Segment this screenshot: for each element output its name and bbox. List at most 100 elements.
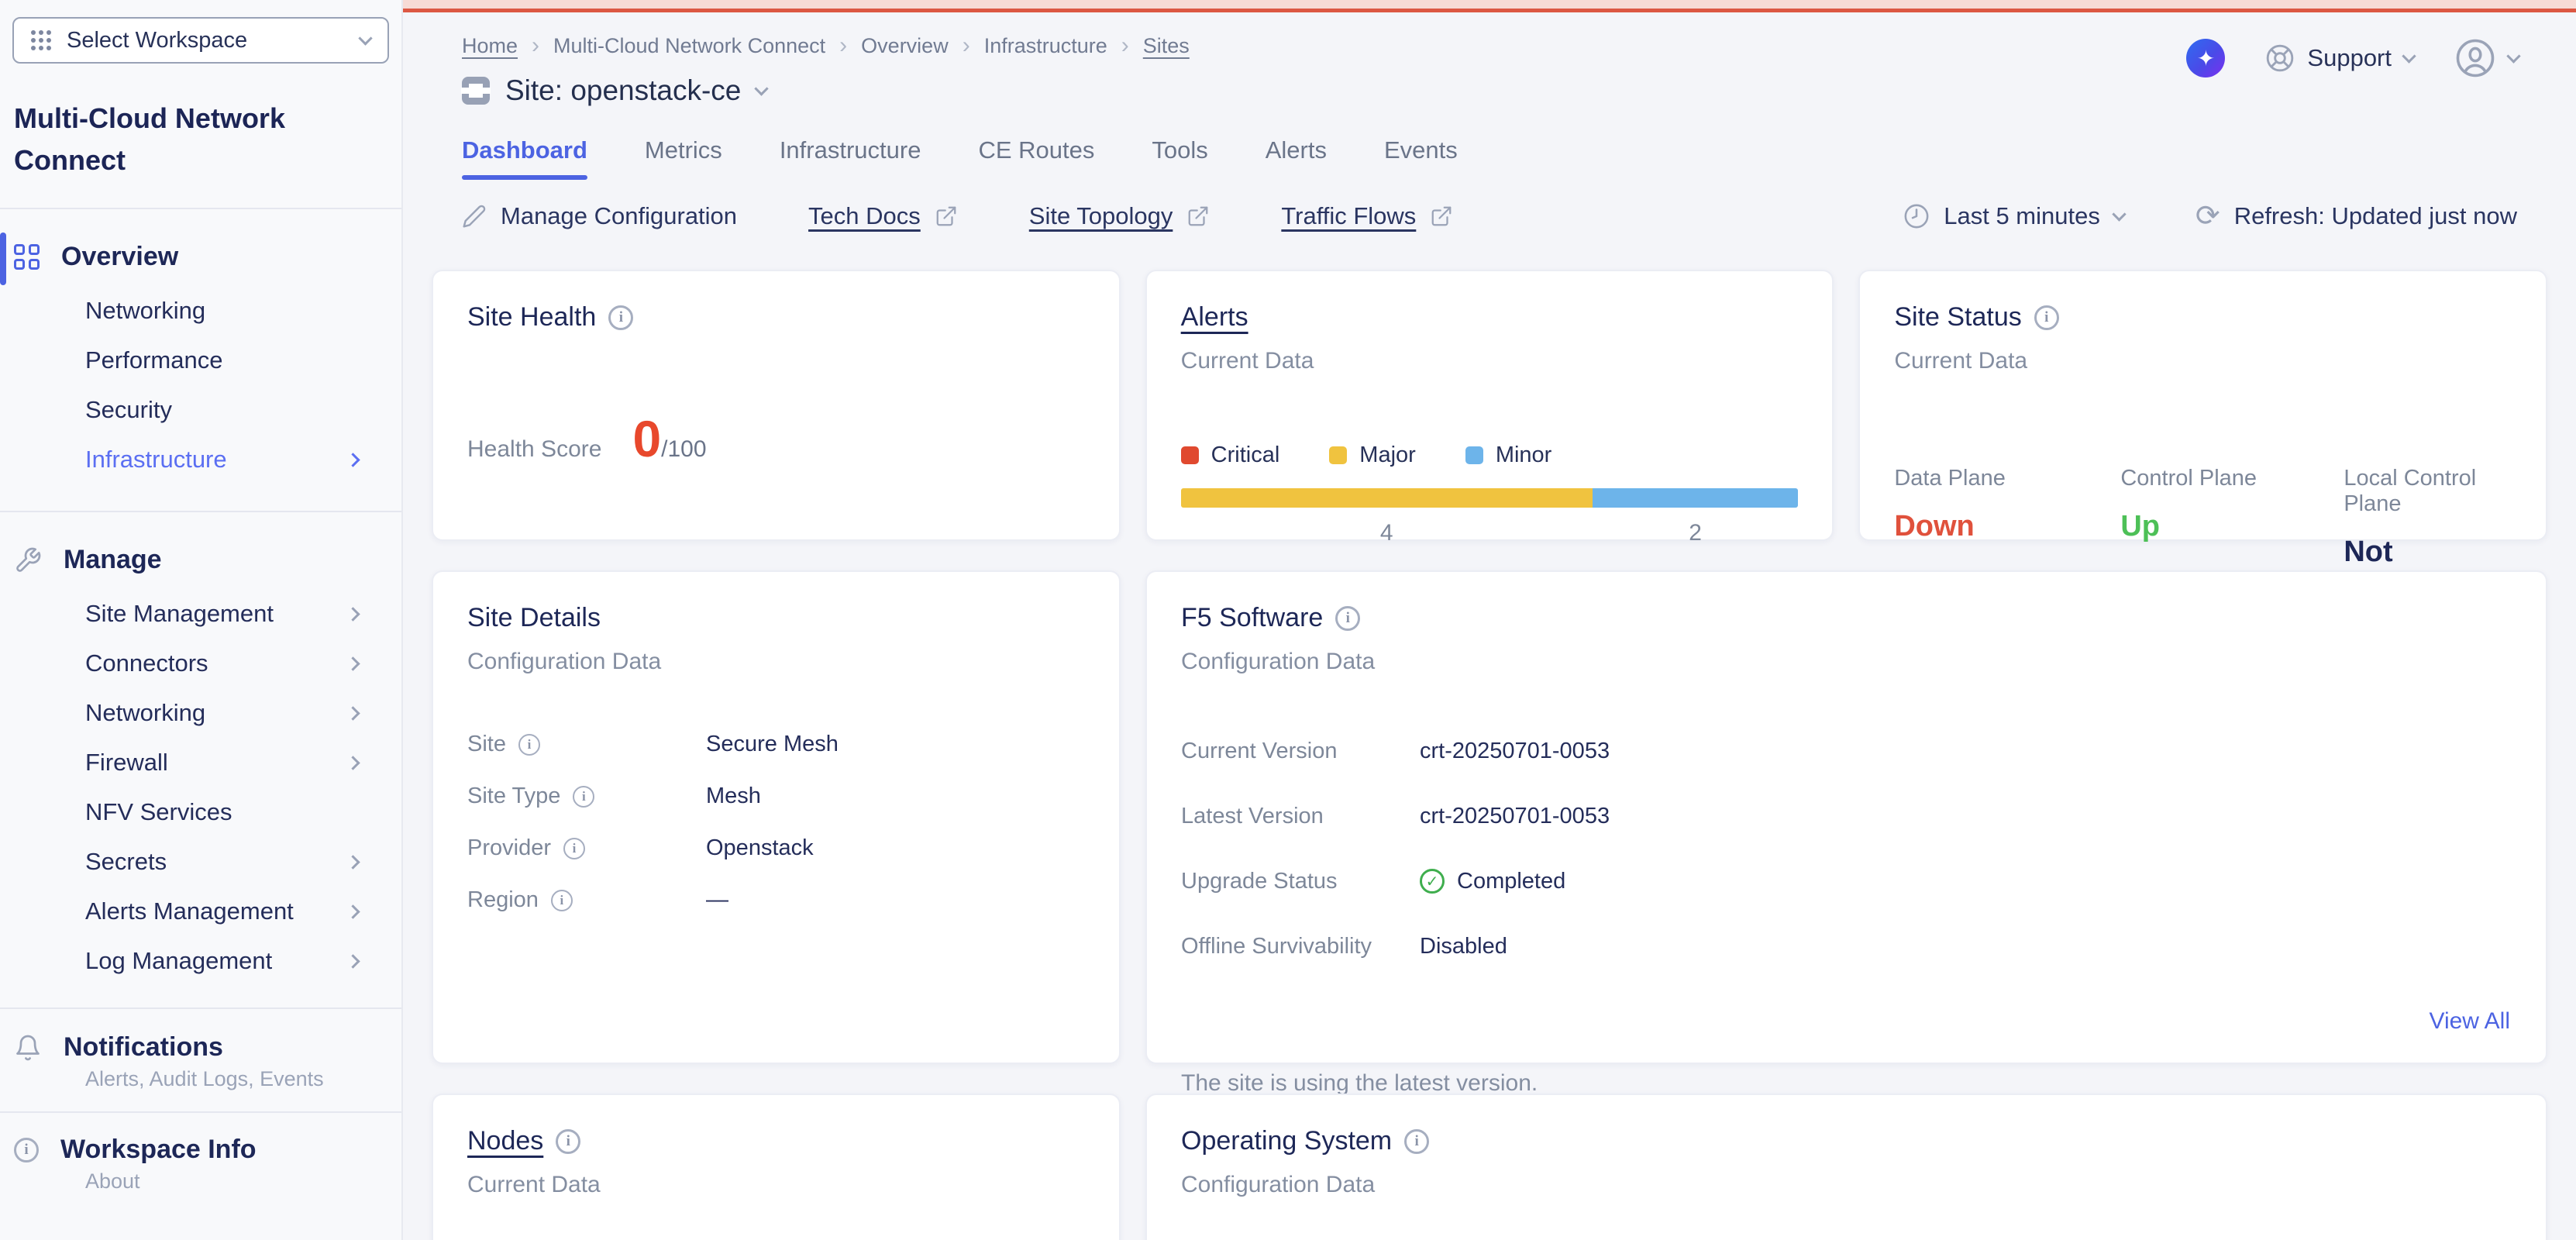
external-link-icon: [935, 205, 958, 228]
tech-docs-link[interactable]: Tech Docs: [808, 202, 958, 230]
view-all-link[interactable]: View All: [2429, 1008, 2510, 1035]
alerts-bar-labels: 42: [1181, 520, 1799, 546]
tab-infrastructure[interactable]: Infrastructure: [780, 136, 921, 180]
nodes-title-link[interactable]: Nodes: [467, 1126, 543, 1156]
site-details-card: Site Details Configuration Data Sitei Se…: [432, 570, 1121, 1064]
sidebar-item-connectors[interactable]: Connectors: [0, 639, 401, 688]
tab-events[interactable]: Events: [1384, 136, 1458, 180]
chevron-right-icon: [346, 607, 360, 621]
info-icon[interactable]: i: [551, 890, 573, 911]
tab-alerts[interactable]: Alerts: [1266, 136, 1327, 180]
workspace-info-subtext: About: [0, 1165, 401, 1194]
tab-metrics[interactable]: Metrics: [645, 136, 722, 180]
alerts-stacked-bar: [1181, 488, 1799, 508]
lifebuoy-icon: [2265, 43, 2295, 73]
detail-row-site-type: Site Typei Mesh: [467, 770, 1085, 822]
time-range-selector[interactable]: Last 5 minutes: [1903, 202, 2124, 230]
divider: [0, 1111, 401, 1113]
title-dropdown-chevron-icon[interactable]: [755, 81, 769, 95]
sidebar: Select Workspace Multi-Cloud Network Con…: [0, 0, 403, 1240]
account-menu[interactable]: [2454, 37, 2519, 79]
manage-configuration-button[interactable]: Manage Configuration: [462, 202, 737, 230]
wrench-icon: [14, 546, 42, 574]
sidebar-item-site-management[interactable]: Site Management: [0, 589, 401, 639]
sidebar-item-security[interactable]: Security: [0, 385, 401, 435]
divider: [0, 1008, 401, 1009]
external-link-icon: [1186, 205, 1210, 228]
nodes-subtitle: Current Data: [467, 1172, 1085, 1198]
legend-item: Critical: [1181, 443, 1280, 468]
tab-tools[interactable]: Tools: [1152, 136, 1207, 180]
sidebar-item-performance[interactable]: Performance: [0, 336, 401, 385]
alerts-title-link[interactable]: Alerts: [1181, 302, 1248, 332]
active-section-indicator: [0, 232, 6, 285]
page-header: Home › Multi-Cloud Network Connect › Ove…: [403, 12, 2576, 107]
traffic-flows-link[interactable]: Traffic Flows: [1281, 202, 1453, 230]
workspace-selector-label: Select Workspace: [67, 28, 247, 53]
workspace-selector[interactable]: Select Workspace: [12, 17, 389, 64]
info-icon[interactable]: i: [573, 786, 594, 808]
ai-assistant-button[interactable]: ✦: [2186, 39, 2225, 78]
sidebar-item-notifications[interactable]: Notifications: [0, 1032, 401, 1063]
info-icon[interactable]: i: [2034, 305, 2059, 330]
detail-row-provider: Provideri Openstack: [467, 822, 1085, 874]
sidebar-item-infrastructure[interactable]: Infrastructure: [0, 435, 401, 484]
sidebar-item-log-management[interactable]: Log Management: [0, 936, 401, 986]
legend-label: Minor: [1496, 443, 1552, 468]
info-icon[interactable]: i: [556, 1129, 580, 1154]
sidebar-item-nfv-services[interactable]: NFV Services: [0, 787, 401, 837]
tab-dashboard[interactable]: Dashboard: [462, 136, 587, 180]
bar-segment-minor: [1593, 488, 1799, 508]
sidebar-section-manage[interactable]: Manage: [0, 545, 401, 575]
chevron-right-icon: [346, 904, 360, 918]
overview-grid-icon: [14, 244, 40, 270]
site-topology-link[interactable]: Site Topology: [1029, 202, 1211, 230]
sidebar-item-networking[interactable]: Networking: [0, 286, 401, 336]
sidebar-item-firewall[interactable]: Firewall: [0, 738, 401, 787]
legend-item: Major: [1329, 443, 1416, 468]
tab-bar: Dashboard Metrics Infrastructure CE Rout…: [403, 136, 2576, 180]
legend-item: Minor: [1465, 443, 1552, 468]
sidebar-item-alerts-management[interactable]: Alerts Management: [0, 887, 401, 936]
health-score-value: 0: [632, 413, 661, 464]
nodes-card: Nodes i Current Data: [432, 1094, 1121, 1240]
health-score-label: Health Score: [467, 436, 601, 463]
legend-swatch-icon: [1181, 446, 1199, 464]
detail-row-current-version: Current Version crt-20250701-0053: [1181, 718, 2512, 784]
divider: [0, 208, 401, 209]
sidebar-item-workspace-info[interactable]: i Workspace Info: [0, 1135, 401, 1165]
chevron-down-icon: [2112, 207, 2126, 221]
status-badge: Down: [1894, 510, 2120, 543]
breadcrumb-separator: ›: [963, 33, 970, 59]
sidebar-item-manage-networking[interactable]: Networking: [0, 688, 401, 738]
sidebar-item-secrets[interactable]: Secrets: [0, 837, 401, 887]
f5-software-card: F5 Software i Configuration Data Current…: [1145, 570, 2547, 1064]
refresh-button[interactable]: ⟳ Refresh: Updated just now: [2195, 202, 2517, 231]
breadcrumb-mcnc[interactable]: Multi-Cloud Network Connect: [553, 34, 825, 58]
alerts-card: Alerts Current Data CriticalMajorMinor 4…: [1145, 270, 1834, 541]
breadcrumb-overview[interactable]: Overview: [861, 34, 949, 58]
info-icon[interactable]: i: [1335, 606, 1360, 631]
page-title: Site: openstack-ce: [505, 74, 741, 107]
breadcrumb-infrastructure[interactable]: Infrastructure: [984, 34, 1107, 58]
sidebar-section-overview[interactable]: Overview: [0, 242, 401, 272]
info-icon[interactable]: i: [518, 734, 540, 756]
info-icon[interactable]: i: [608, 305, 633, 330]
legend-swatch-icon: [1329, 446, 1347, 464]
site-health-card: Site Health i Health Score 0 /100: [432, 270, 1121, 541]
breadcrumb-sites[interactable]: Sites: [1143, 34, 1190, 58]
refresh-icon: ⟳: [2195, 202, 2220, 231]
legend-label: Major: [1359, 443, 1416, 468]
breadcrumb-home[interactable]: Home: [462, 34, 518, 58]
breadcrumb-separator: ›: [532, 33, 539, 59]
info-icon[interactable]: i: [1404, 1129, 1429, 1154]
site-icon: [462, 77, 490, 105]
info-icon[interactable]: i: [563, 838, 585, 859]
chevron-right-icon: [346, 954, 360, 968]
support-menu[interactable]: Support: [2265, 43, 2414, 73]
clock-icon: [1903, 203, 1930, 229]
site-details-subtitle: Configuration Data: [467, 649, 1085, 675]
f5-software-subtitle: Configuration Data: [1181, 649, 2512, 675]
site-health-title: Site Health: [467, 302, 596, 332]
tab-ce-routes[interactable]: CE Routes: [978, 136, 1094, 180]
